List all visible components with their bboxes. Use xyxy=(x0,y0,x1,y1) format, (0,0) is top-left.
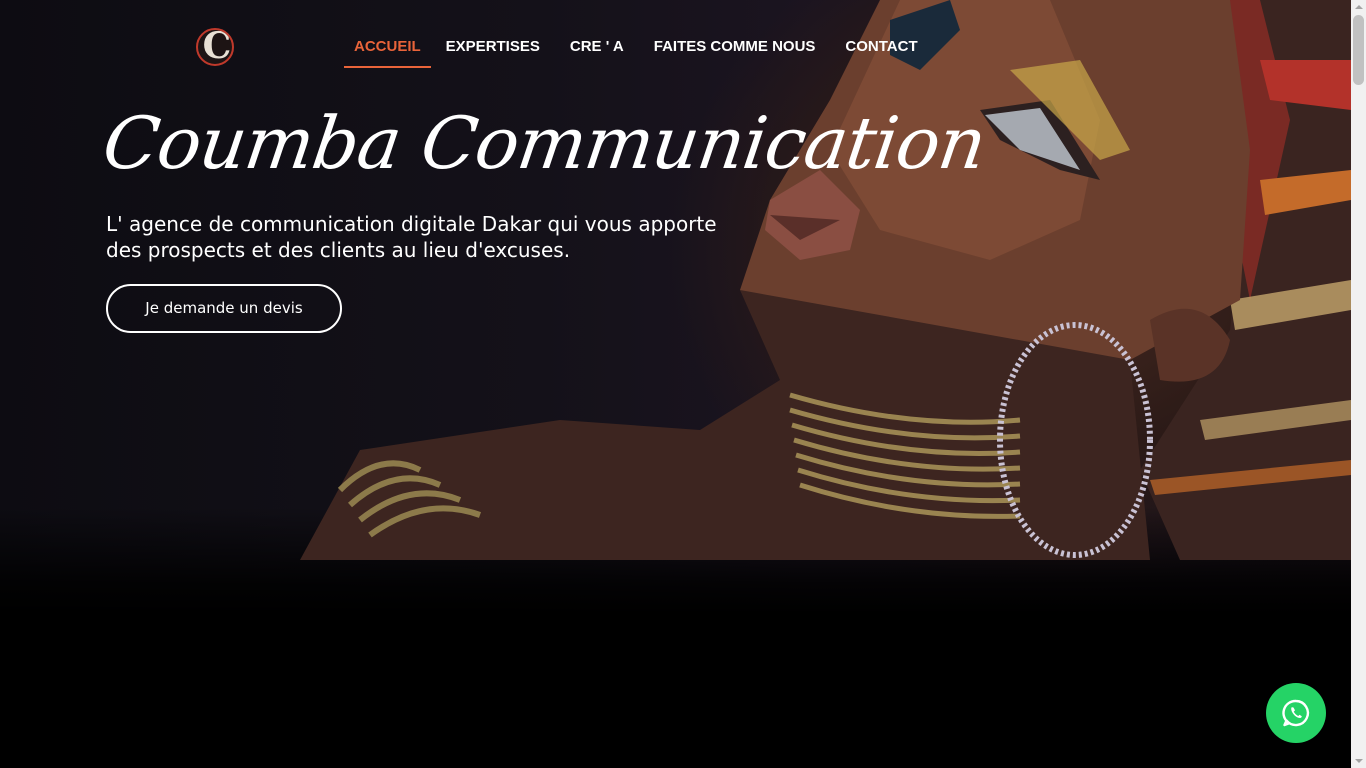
main-nav: ACCUEIL EXPERTISES CRE ' A FAITES COMME … xyxy=(344,28,933,68)
scrollbar-thumb[interactable] xyxy=(1353,15,1364,85)
top-navbar: C ACCUEIL EXPERTISES CRE ' A FAITES COMM… xyxy=(0,0,1351,90)
scroll-down-arrow-icon[interactable] xyxy=(1351,753,1366,768)
hero-tagline: L' agence de communication digitale Daka… xyxy=(106,212,717,262)
whatsapp-button[interactable] xyxy=(1266,683,1326,743)
whatsapp-icon xyxy=(1282,699,1310,727)
hero-section: C ACCUEIL EXPERTISES CRE ' A FAITES COMM… xyxy=(0,0,1351,768)
scroll-up-arrow-icon[interactable] xyxy=(1351,0,1366,15)
nav-item-cre-a[interactable]: CRE ' A xyxy=(555,28,639,68)
nav-item-accueil[interactable]: ACCUEIL xyxy=(344,28,431,68)
nav-item-expertises[interactable]: EXPERTISES xyxy=(431,28,555,68)
page-scrollbar[interactable] xyxy=(1351,0,1366,768)
brand-logo[interactable]: C xyxy=(196,28,234,66)
logo-c-icon: C xyxy=(202,28,232,66)
nav-item-faites-comme-nous[interactable]: FAITES COMME NOUS xyxy=(639,28,831,68)
request-quote-button[interactable]: Je demande un devis xyxy=(106,284,342,333)
nav-item-contact[interactable]: CONTACT xyxy=(830,28,932,68)
hero-title: Coumba Communication xyxy=(98,101,991,185)
